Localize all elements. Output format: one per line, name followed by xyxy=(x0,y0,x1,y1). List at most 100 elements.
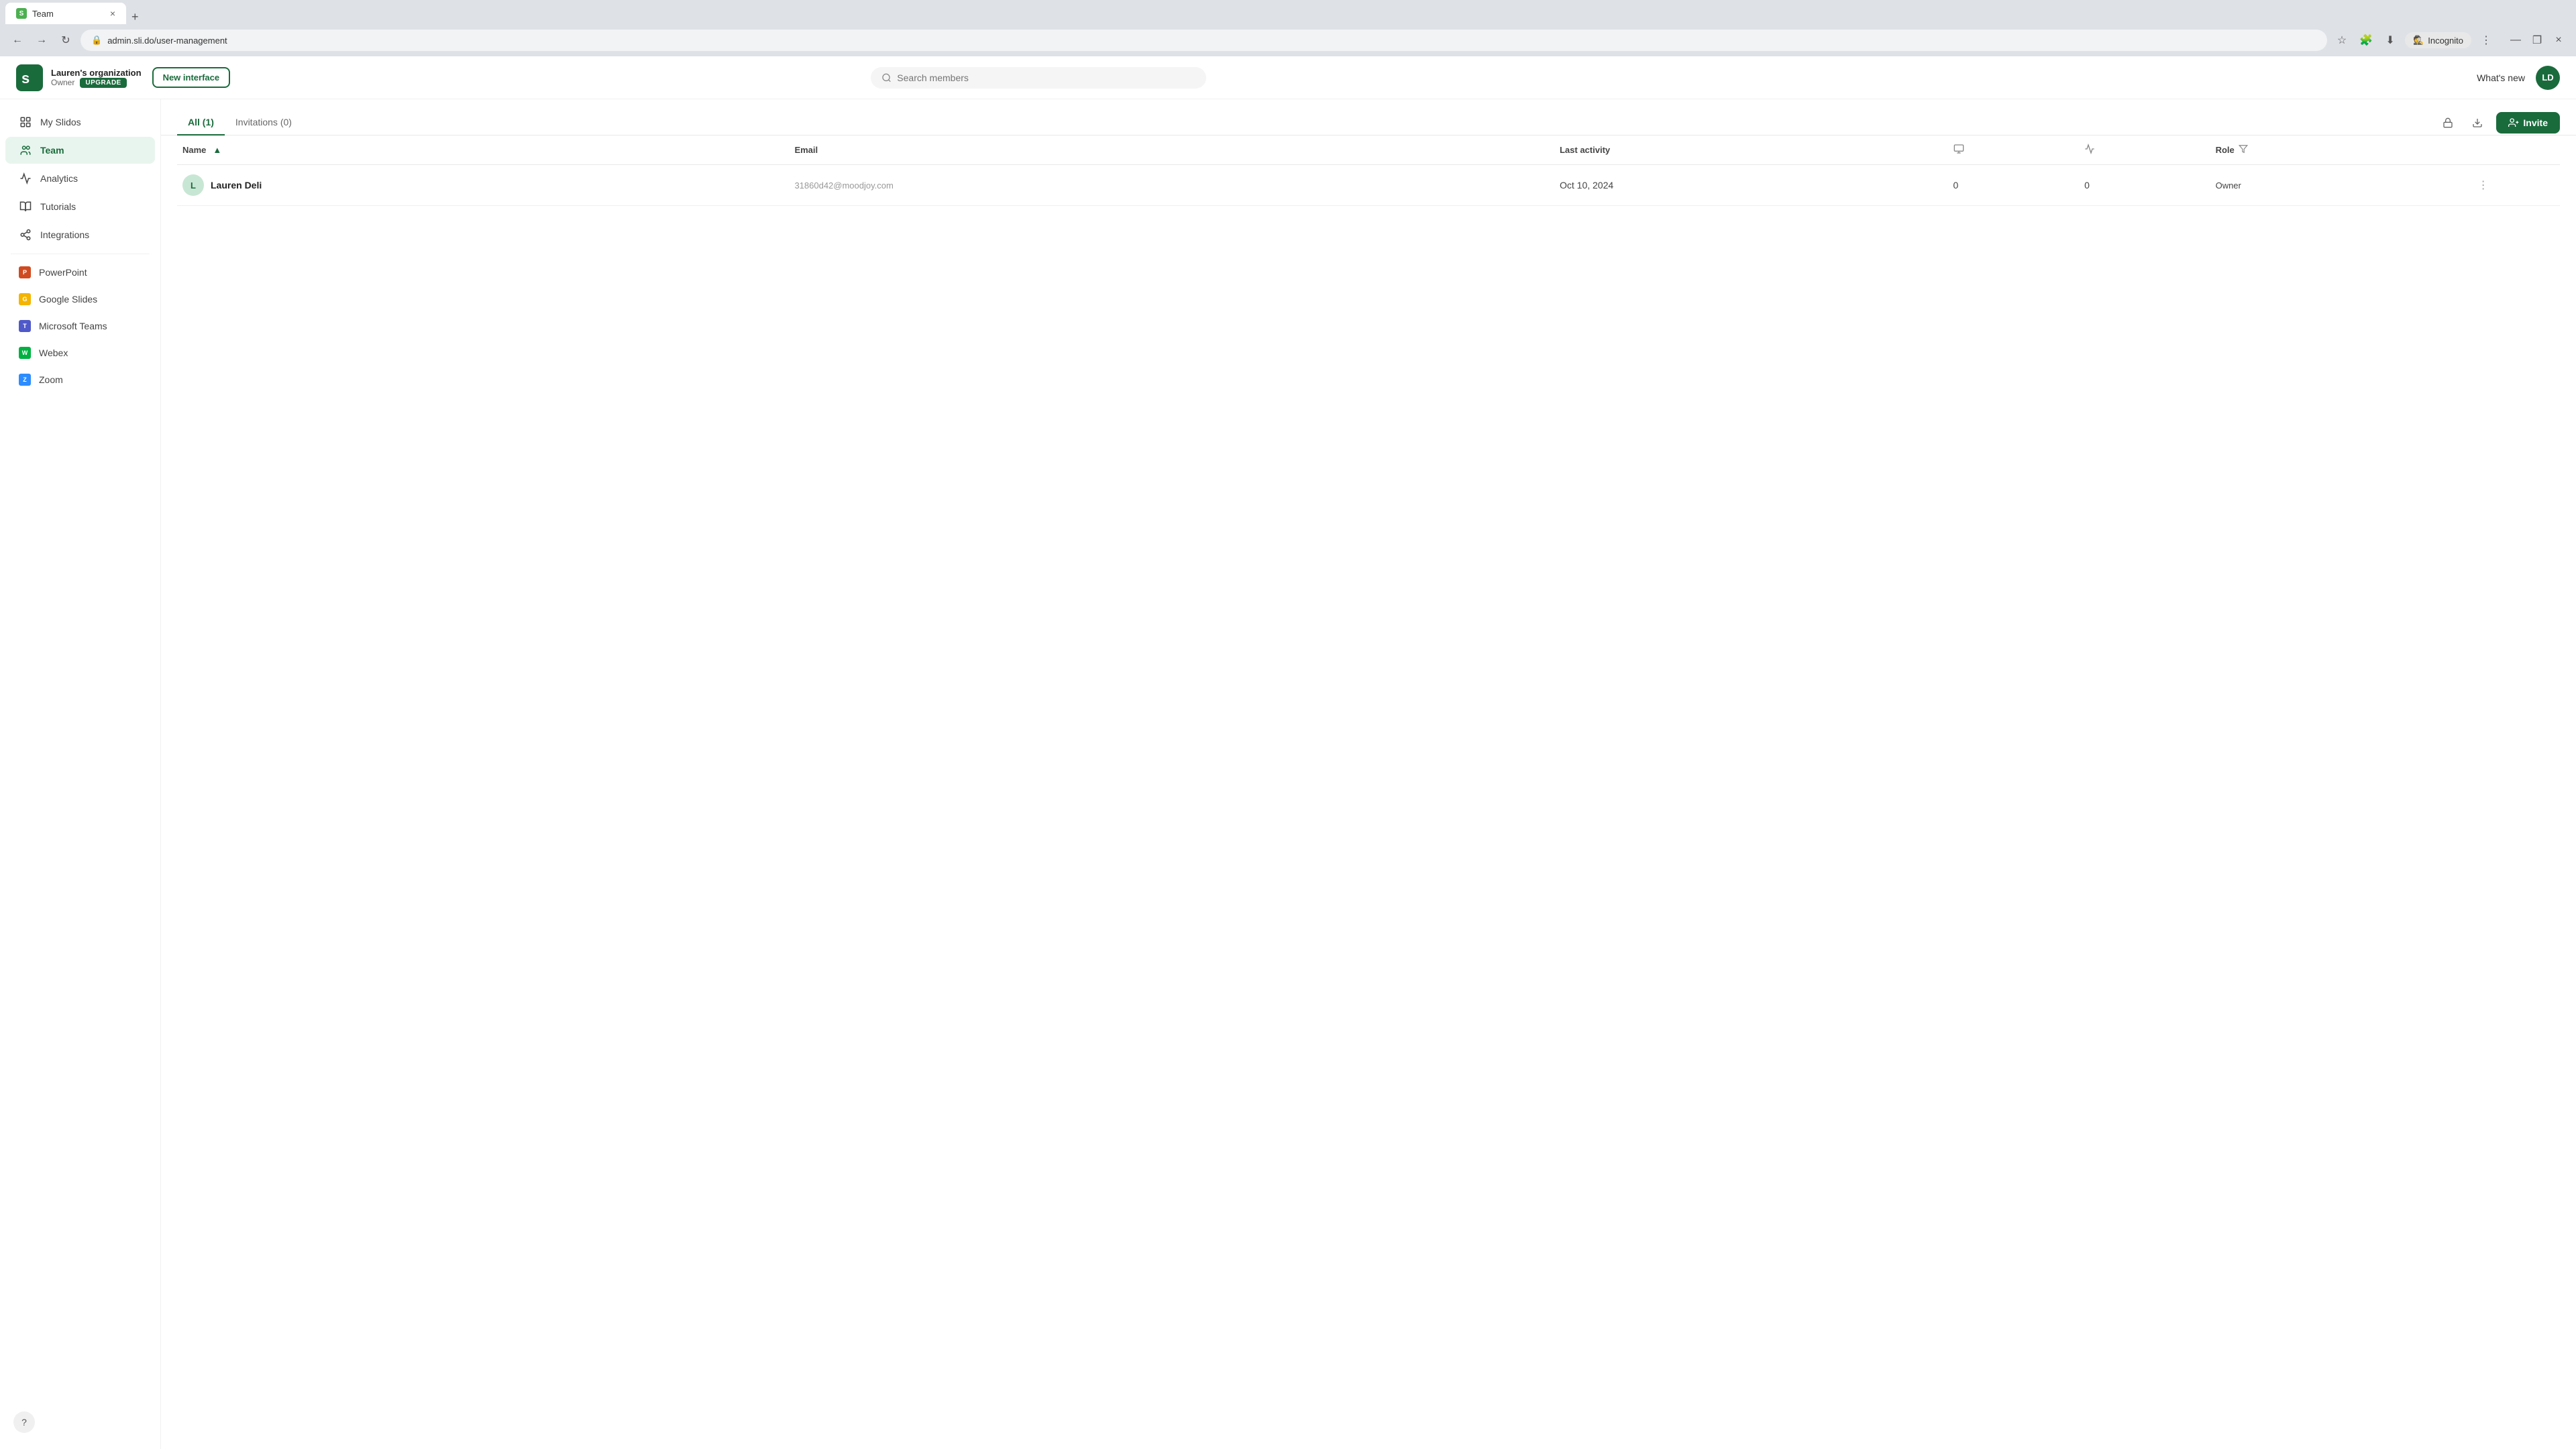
user-avatar[interactable]: LD xyxy=(2536,66,2560,90)
member-avatar: L xyxy=(182,174,204,196)
sidebar-item-analytics[interactable]: Analytics xyxy=(5,165,155,192)
browser-toolbar: ← → ↻ 🔒 admin.sli.do/user-management ☆ 🧩… xyxy=(0,24,2576,56)
tab-favicon: S xyxy=(16,8,27,19)
sidebar-item-microsoft-teams[interactable]: T Microsoft Teams xyxy=(5,313,155,339)
forward-button[interactable]: → xyxy=(32,31,51,50)
my-slidos-icon xyxy=(19,115,32,129)
row-actions-button[interactable]: ⋮ xyxy=(2478,180,2489,191)
new-interface-button[interactable]: New interface xyxy=(152,67,231,88)
filter-role-icon xyxy=(2239,144,2248,156)
extensions-button[interactable]: 🧩 xyxy=(2357,31,2375,50)
col-last-activity[interactable]: Last activity xyxy=(1554,136,1948,165)
zoom-icon: Z xyxy=(19,374,31,386)
microsoft-teams-icon: T xyxy=(19,320,31,332)
reload-button[interactable]: ↻ xyxy=(56,31,75,50)
member-count2: 0 xyxy=(2084,180,2090,191)
download-button[interactable]: ⬇ xyxy=(2381,31,2400,50)
close-button[interactable]: × xyxy=(2549,31,2568,50)
app: s Lauren's organization Owner UPGRADE Ne… xyxy=(0,56,2576,1449)
sidebar: My Slidos Team Analytics xyxy=(0,99,161,1449)
lock-icon xyxy=(2443,117,2453,128)
sidebar-item-zoom[interactable]: Z Zoom xyxy=(5,367,155,392)
lock-button[interactable] xyxy=(2437,112,2459,133)
minimize-button[interactable]: — xyxy=(2506,31,2525,50)
member-role: Owner xyxy=(2216,180,2241,191)
powerpoint-icon: P xyxy=(19,266,31,278)
sidebar-nav: My Slidos Team Analytics xyxy=(0,107,160,1403)
search-bar[interactable] xyxy=(871,67,1206,89)
sidebar-item-integrations[interactable]: Integrations xyxy=(5,221,155,248)
tab-all[interactable]: All (1) xyxy=(177,110,225,136)
tabs-bar: All (1) Invitations (0) Invite xyxy=(161,99,2576,136)
browser-tab[interactable]: S Team × xyxy=(5,3,126,24)
tab-close-icon[interactable]: × xyxy=(110,8,115,19)
download-icon xyxy=(2472,117,2483,128)
sidebar-item-tutorials[interactable]: Tutorials xyxy=(5,193,155,220)
invite-label: Invite xyxy=(2523,117,2548,128)
table-body: L Lauren Deli 31860d42@moodjoy.com Oct 1… xyxy=(177,165,2560,206)
col-analytics-icon-col xyxy=(2079,136,2210,165)
invite-icon xyxy=(2508,117,2519,128)
help-button[interactable]: ? xyxy=(13,1411,35,1433)
sidebar-bottom: ? xyxy=(0,1403,160,1441)
upgrade-badge[interactable]: UPGRADE xyxy=(80,78,127,88)
app-header: s Lauren's organization Owner UPGRADE Ne… xyxy=(0,56,2576,99)
whats-new-button[interactable]: What's new xyxy=(2477,72,2525,83)
analytics-icon xyxy=(19,172,32,185)
webex-icon: W xyxy=(19,347,31,359)
search-input[interactable] xyxy=(897,72,1195,83)
member-email: 31860d42@moodjoy.com xyxy=(794,180,893,191)
nav-controls: ← → ↻ xyxy=(8,31,75,50)
member-activity-cell: Oct 10, 2024 xyxy=(1554,165,1948,206)
google-slides-label: Google Slides xyxy=(39,294,97,305)
org-info: Lauren's organization Owner UPGRADE xyxy=(51,68,142,88)
maximize-button[interactable]: ❐ xyxy=(2528,31,2546,50)
incognito-badge: 🕵 Incognito xyxy=(2405,32,2471,48)
bookmark-button[interactable]: ☆ xyxy=(2332,31,2351,50)
sidebar-item-google-slides[interactable]: G Google Slides xyxy=(5,286,155,312)
incognito-label: Incognito xyxy=(2428,36,2463,46)
browser-right-controls: ☆ 🧩 ⬇ 🕵 Incognito ⋮ xyxy=(2332,31,2496,50)
table-header: Name ▲ Email Last activity xyxy=(177,136,2560,165)
google-slides-icon: G xyxy=(19,293,31,305)
content-inner: All (1) Invitations (0) Invite xyxy=(161,99,2576,1449)
tab-invitations[interactable]: Invitations (0) xyxy=(225,110,303,136)
member-actions-cell[interactable]: ⋮ xyxy=(2473,165,2560,206)
browser-tab-bar: S Team × + xyxy=(0,0,2576,24)
member-count2-cell: 0 xyxy=(2079,165,2210,206)
invite-button[interactable]: Invite xyxy=(2496,112,2560,133)
menu-button[interactable]: ⋮ xyxy=(2477,31,2496,50)
tab-title: Team xyxy=(32,9,54,19)
team-label: Team xyxy=(40,145,64,156)
member-email-cell: 31860d42@moodjoy.com xyxy=(789,165,1554,206)
header-search xyxy=(871,67,1206,89)
address-bar[interactable]: 🔒 admin.sli.do/user-management xyxy=(80,30,2327,51)
member-name-cell: L Lauren Deli xyxy=(177,165,789,206)
sidebar-item-powerpoint[interactable]: P PowerPoint xyxy=(5,260,155,285)
powerpoint-label: PowerPoint xyxy=(39,267,87,278)
microsoft-teams-label: Microsoft Teams xyxy=(39,321,107,331)
webex-label: Webex xyxy=(39,347,68,358)
new-tab-button[interactable]: + xyxy=(126,10,144,24)
member-name: Lauren Deli xyxy=(211,180,262,191)
my-slidos-label: My Slidos xyxy=(40,117,81,127)
col-presentations xyxy=(1948,136,2080,165)
back-button[interactable]: ← xyxy=(8,31,27,50)
col-role[interactable]: Role xyxy=(2210,136,2473,165)
org-role: Owner xyxy=(51,78,74,87)
analytics-label: Analytics xyxy=(40,173,78,184)
sidebar-item-webex[interactable]: W Webex xyxy=(5,340,155,366)
tab-actions: Invite xyxy=(2437,112,2560,133)
sidebar-item-team[interactable]: Team xyxy=(5,137,155,164)
address-text: admin.sli.do/user-management xyxy=(107,36,227,46)
presentations-icon xyxy=(1953,144,2074,156)
download-button[interactable] xyxy=(2467,112,2488,133)
members-table: Name ▲ Email Last activity xyxy=(177,136,2560,206)
table-row: L Lauren Deli 31860d42@moodjoy.com Oct 1… xyxy=(177,165,2560,206)
search-icon xyxy=(881,72,892,83)
sidebar-item-my-slidos[interactable]: My Slidos xyxy=(5,109,155,136)
slido-logo-icon: s xyxy=(16,64,43,91)
zoom-label: Zoom xyxy=(39,374,63,385)
member-role-cell: Owner xyxy=(2210,165,2473,206)
col-name[interactable]: Name ▲ xyxy=(177,136,789,165)
